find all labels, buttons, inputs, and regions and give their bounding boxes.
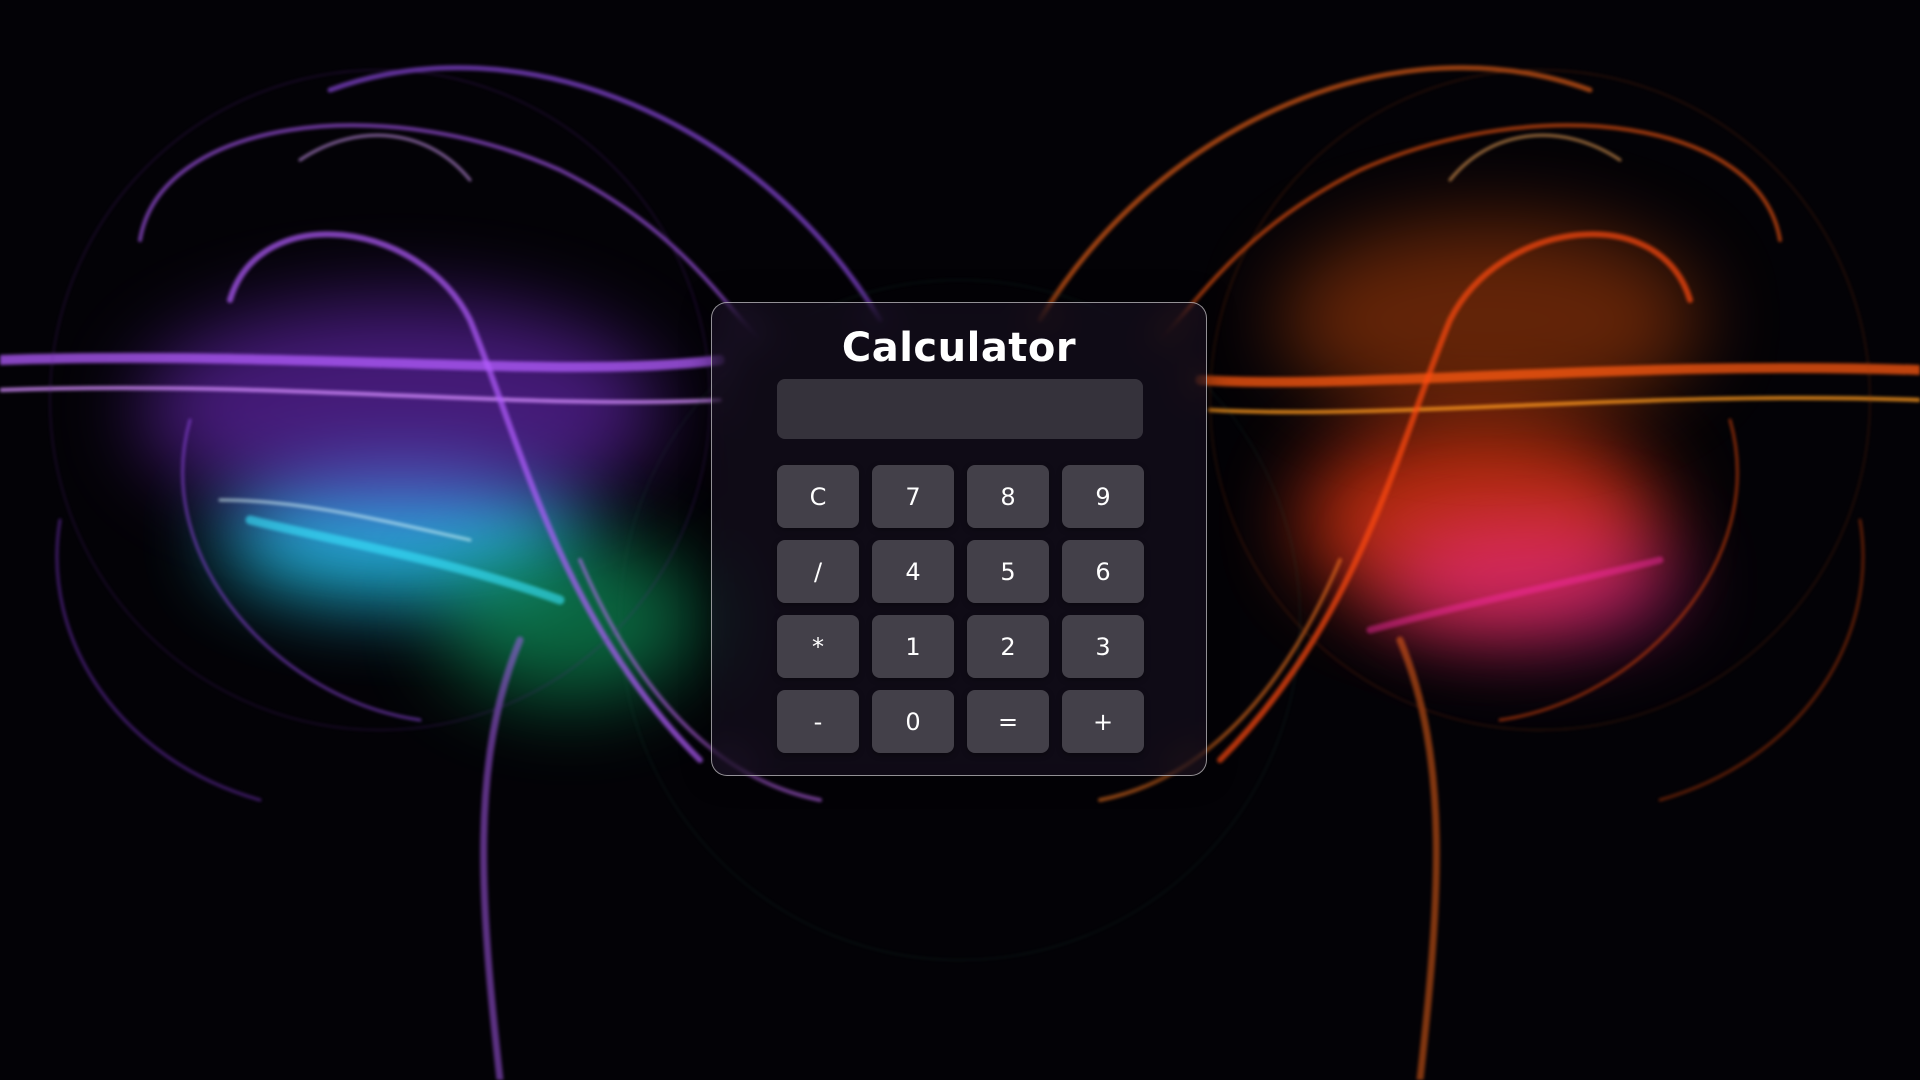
digit-5-button[interactable]: 5 (967, 540, 1049, 603)
digit-3-button[interactable]: 3 (1062, 615, 1144, 678)
digit-6-button[interactable]: 6 (1062, 540, 1144, 603)
desktop-background: Calculator C 7 8 9 /4 5 6 * 1 2 3 -0 = + (0, 0, 1920, 1080)
calculator-panel: Calculator C 7 8 9 /4 5 6 * 1 2 3 -0 = + (711, 302, 1207, 776)
digit-9-button[interactable]: 9 (1062, 465, 1144, 528)
digit-7-button[interactable]: 7 (872, 465, 954, 528)
calculator-title: Calculator (841, 325, 1077, 371)
add-button[interactable]: + (1062, 690, 1144, 753)
digit-1-button[interactable]: 1 (872, 615, 954, 678)
digit-4-button[interactable]: 4 (872, 540, 954, 603)
subtract-button[interactable]: - (777, 690, 859, 753)
digit-8-button[interactable]: 8 (967, 465, 1049, 528)
calculator-keypad: C 7 8 9 /4 5 6 * 1 2 3 -0 = + (777, 465, 1144, 753)
clear-button[interactable]: C (777, 465, 859, 528)
equals-button[interactable]: = (967, 690, 1049, 753)
digit-0-button[interactable]: 0 (872, 690, 954, 753)
calculator-display[interactable] (777, 379, 1143, 439)
digit-2-button[interactable]: 2 (967, 615, 1049, 678)
divide-button[interactable]: / (777, 540, 859, 603)
multiply-button[interactable]: * (777, 615, 859, 678)
